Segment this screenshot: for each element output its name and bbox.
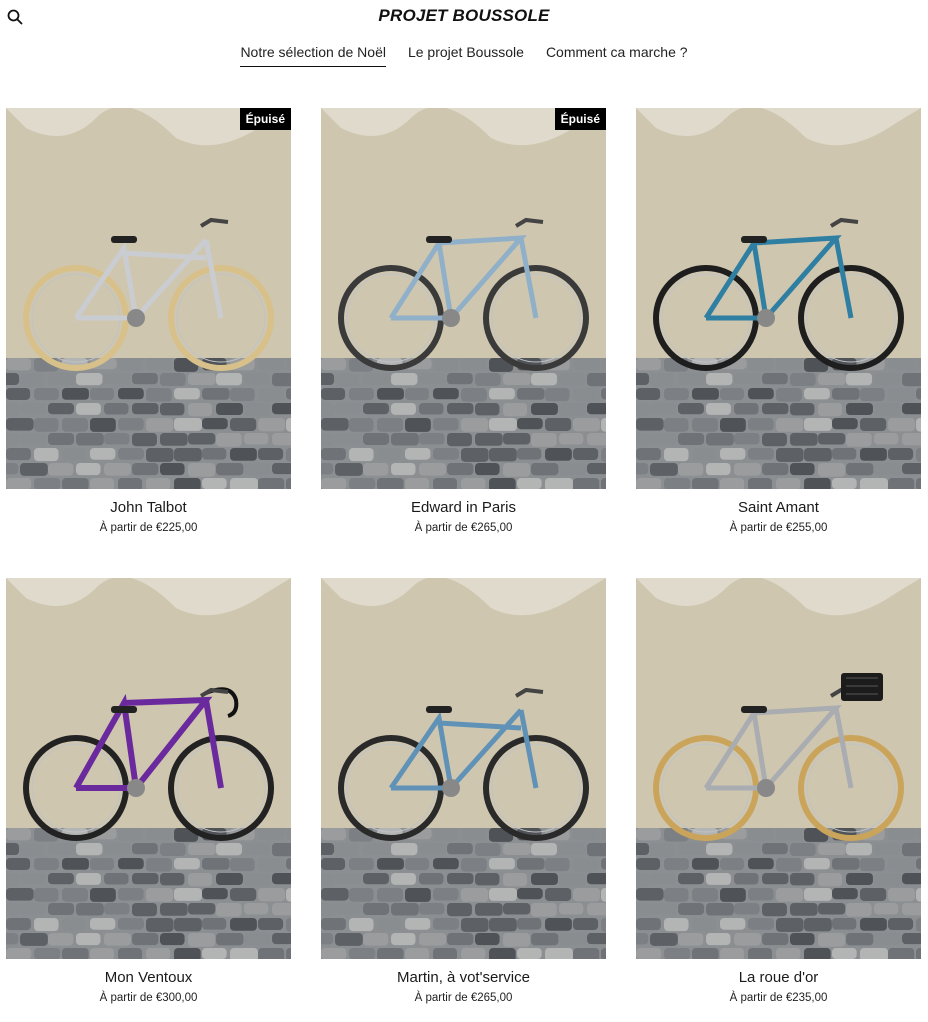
nav-item-selection-noel[interactable]: Notre sélection de Noël: [240, 44, 386, 67]
product-image[interactable]: [636, 108, 921, 489]
nav-item-comment-ca-marche[interactable]: Comment ca marche ?: [546, 44, 688, 67]
product-name[interactable]: Martin, à vot'service: [321, 969, 606, 986]
product-image[interactable]: Épuisé: [321, 108, 606, 489]
product-price: À partir de €255,00: [729, 522, 828, 534]
product-card[interactable]: Saint Amant À partir de €255,00: [636, 108, 921, 534]
brand-logo[interactable]: PROJET BOUSSOLE: [378, 6, 549, 25]
product-image[interactable]: Épuisé: [6, 108, 291, 489]
product-price: À partir de €300,00: [99, 992, 198, 1004]
site-header: PROJET BOUSSOLE Notre sélection de Noël …: [0, 0, 928, 90]
product-name[interactable]: Mon Ventoux: [6, 969, 291, 986]
sold-out-badge: Épuisé: [554, 108, 606, 130]
product-name[interactable]: John Talbot: [6, 499, 291, 516]
product-price: À partir de €265,00: [414, 992, 513, 1004]
product-name[interactable]: La roue d'or: [636, 969, 921, 986]
product-card[interactable]: Martin, à vot'service À partir de €265,0…: [321, 578, 606, 1004]
product-image[interactable]: [6, 578, 291, 959]
product-image[interactable]: [636, 578, 921, 959]
product-card[interactable]: Épuisé John Talbot À partir de €225,00: [6, 108, 291, 534]
product-price: À partir de €225,00: [99, 522, 198, 534]
product-price: À partir de €265,00: [414, 522, 513, 534]
product-name[interactable]: Edward in Paris: [321, 499, 606, 516]
nav-item-projet-boussole[interactable]: Le projet Boussole: [408, 44, 524, 67]
sold-out-badge: Épuisé: [239, 108, 291, 130]
product-price: À partir de €235,00: [729, 992, 828, 1004]
product-card[interactable]: La roue d'or À partir de €235,00: [636, 578, 921, 1004]
product-name[interactable]: Saint Amant: [636, 499, 921, 516]
product-card[interactable]: Épuisé Edward in Paris À partir de €265,…: [321, 108, 606, 534]
main-nav: Notre sélection de Noël Le projet Bousso…: [0, 44, 928, 67]
product-image[interactable]: [321, 578, 606, 959]
product-card[interactable]: Mon Ventoux À partir de €300,00: [6, 578, 291, 1004]
search-icon[interactable]: [6, 8, 24, 26]
